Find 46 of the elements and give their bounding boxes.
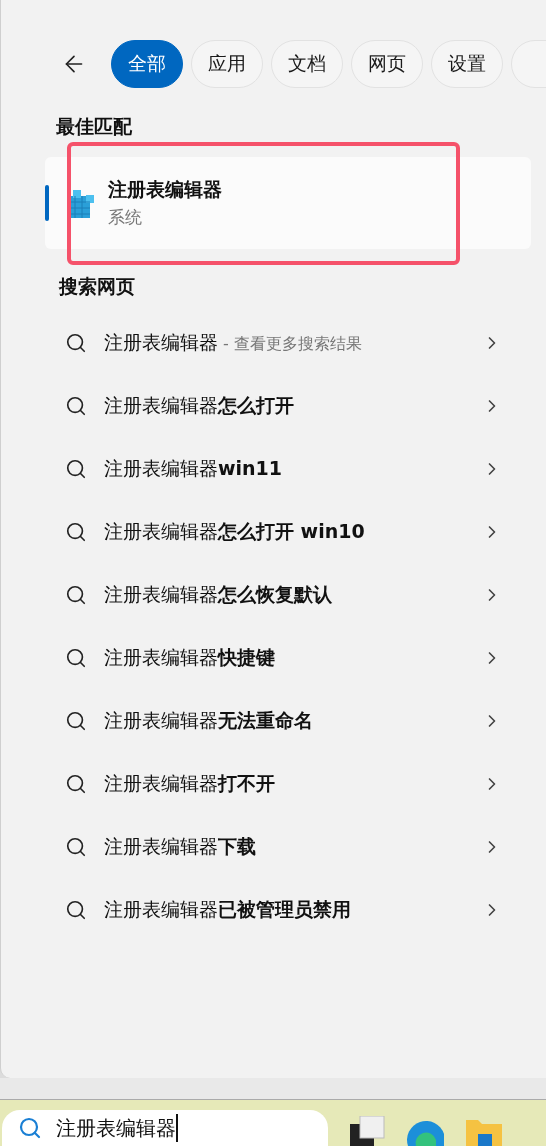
section-heading: 搜索网页 (59, 273, 136, 299)
search-icon (65, 709, 87, 732)
web-search-suggestion[interactable]: 注册表编辑器打不开 (1, 752, 546, 815)
filter-tab[interactable]: 应用 (191, 39, 263, 88)
search-icon (65, 457, 87, 480)
app-subtitle: 系统 (108, 206, 143, 229)
search-icon (65, 520, 87, 543)
web-search-suggestion[interactable]: 注册表编辑器快捷键 (1, 626, 546, 689)
search-icon (65, 772, 87, 795)
search-icon (65, 583, 87, 606)
web-search-suggestion[interactable]: 注册表编辑器怎么打开 win10 (1, 500, 546, 563)
suggestion-text: 注册表编辑器已被管理员禁用 (104, 897, 351, 923)
web-search-suggestion[interactable]: 注册表编辑器win11 (1, 437, 546, 500)
search-icon (65, 646, 87, 669)
suggestion-text: 注册表编辑器怎么打开 (104, 393, 294, 419)
search-input-text: 注册表编辑器 (56, 1114, 178, 1142)
web-search-suggestion[interactable]: 注册表编辑器 - 查看更多搜索结果 (1, 311, 546, 374)
app-title: 注册表编辑器 (108, 176, 222, 202)
web-search-suggestion[interactable]: 注册表编辑器无法重命名 (1, 689, 546, 752)
search-icon (65, 898, 87, 921)
task-view-icon[interactable] (350, 1116, 386, 1146)
suggestion-text: 注册表编辑器win11 (104, 456, 283, 482)
filter-tab[interactable]: 网页 (351, 39, 423, 88)
filter-tab[interactable]: 设置 (431, 39, 503, 88)
suggestion-text: 注册表编辑器怎么打开 win10 (104, 519, 365, 545)
search-icon (65, 331, 87, 354)
suggestion-text: 注册表编辑器打不开 (104, 771, 275, 797)
selection-indicator (45, 184, 49, 221)
search-icon (18, 1116, 42, 1140)
section-heading: 最佳匹配 (56, 114, 133, 139)
search-icon (65, 394, 87, 417)
web-search-suggestion[interactable]: 注册表编辑器下载 (1, 815, 546, 878)
suggestion-text: 注册表编辑器 (104, 330, 218, 356)
web-search-suggestion[interactable]: 注册表编辑器怎么打开 (1, 374, 546, 437)
suggestion-text: 注册表编辑器下载 (104, 834, 256, 860)
web-search-suggestion[interactable]: 注册表编辑器已被管理员禁用 (1, 878, 546, 941)
suggestion-text: 注册表编辑器无法重命名 (104, 708, 313, 734)
web-search-suggestion[interactable]: 注册表编辑器怎么恢复默认 (1, 563, 546, 626)
suggestion-hint: - 查看更多搜索结果 (222, 333, 362, 356)
filter-tab[interactable]: 全部 (111, 39, 183, 88)
suggestion-text: 注册表编辑器快捷键 (104, 645, 275, 671)
filter-tab[interactable]: 文档 (271, 39, 343, 88)
search-icon (65, 835, 87, 858)
result-card[interactable]: 注册表编辑器 系统 (45, 156, 531, 249)
taskbar-search-field[interactable]: 注册表编辑器 (2, 1110, 328, 1146)
suggestion-text: 注册表编辑器怎么恢复默认 (104, 582, 332, 608)
